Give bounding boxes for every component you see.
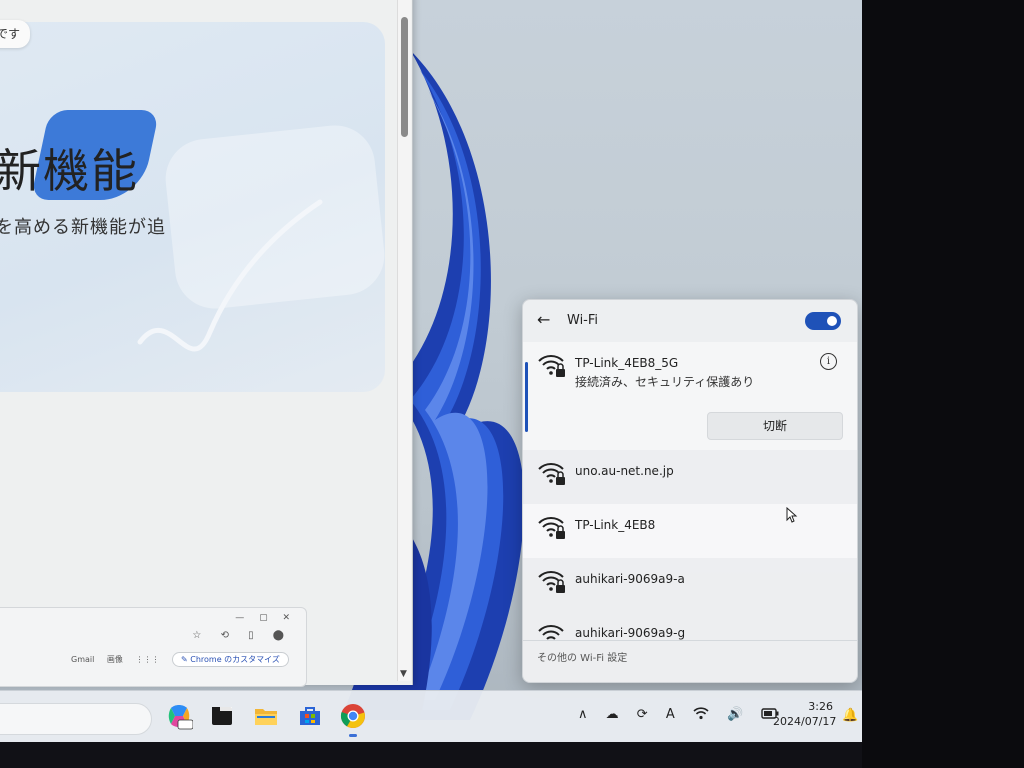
wifi-secured-icon	[538, 625, 564, 640]
active-indicator	[525, 362, 528, 432]
mini-images-link: 画像	[106, 655, 123, 664]
network-status: 接続済み、セキュリティ保護あり	[575, 375, 755, 389]
wifi-title: Wi-Fi	[567, 313, 599, 328]
file-explorer-icon[interactable]	[252, 702, 280, 730]
back-arrow-icon[interactable]: ←	[537, 310, 550, 329]
network-item[interactable]: auhikari-9069a9-a	[523, 558, 857, 612]
network-name: TP-Link_4EB8	[575, 518, 656, 532]
hero-subtitle: を高める新機能が追	[0, 217, 166, 238]
microsoft-store-icon[interactable]	[296, 702, 324, 730]
hero-title: 新機能	[0, 144, 139, 198]
wifi-secured-icon	[538, 571, 565, 593]
volume-icon[interactable]: 🔊	[727, 707, 743, 722]
chrome-preview-window: — ▢ ✕ ☆ ⟲ ▯ ⬤ Gmail 画像 ⋮⋮⋮ ✎ Chrome のカスタ…	[0, 607, 307, 687]
chevron-up-icon[interactable]: ∧	[578, 707, 588, 722]
mini-window-controls: — ▢ ✕	[235, 613, 296, 623]
network-name: auhikari-9069a9-a	[575, 572, 685, 586]
mini-new-tab-bar: Gmail 画像 ⋮⋮⋮ ✎ Chrome のカスタマイズ	[71, 652, 299, 667]
disconnect-button[interactable]: 切断	[707, 412, 843, 440]
network-item[interactable]: uno.au-net.ne.jp	[523, 450, 857, 504]
wifi-secured-icon	[538, 517, 565, 539]
browser-window: です 新機能 を高める新機能が追 — ▢ ✕ ☆ ⟲ ▯ ⬤ Gmail 画像 …	[0, 0, 413, 687]
notification-bell-icon[interactable]: 🔔	[842, 708, 858, 723]
terminal-icon[interactable]	[208, 702, 236, 730]
scrollbar-thumb[interactable]	[401, 17, 408, 137]
network-list: TP-Link_4EB8_5G 接続済み、セキュリティ保護あり i 切断 uno…	[523, 342, 857, 640]
network-name: TP-Link_4EB8_5G	[575, 356, 679, 370]
mouse-cursor-icon	[786, 507, 798, 523]
ime-indicator[interactable]: A	[666, 707, 675, 722]
network-item-connected[interactable]: TP-Link_4EB8_5G 接続済み、セキュリティ保護あり i 切断	[523, 342, 857, 450]
notice-chip[interactable]: です	[0, 20, 30, 48]
wifi-secured-icon	[538, 355, 565, 377]
more-wifi-settings-link[interactable]: その他の Wi-Fi 設定	[523, 640, 857, 682]
info-icon[interactable]: i	[820, 353, 837, 370]
scroll-down-arrow[interactable]: ▼	[400, 669, 407, 679]
system-tray: ∧ ☁ ⟳ A 🔊	[578, 707, 793, 722]
wifi-tray-icon[interactable]	[693, 707, 709, 722]
network-item[interactable]: TP-Link_4EB8	[523, 504, 857, 558]
wifi-header: ← Wi-Fi	[523, 300, 857, 342]
clock-time: 3:26	[808, 700, 833, 713]
network-name: uno.au-net.ne.jp	[575, 464, 674, 478]
wifi-toggle[interactable]	[805, 312, 841, 330]
taskbar: ∧ ☁ ⟳ A 🔊 3:26 2024/07/17 🔔	[0, 690, 862, 742]
mini-customize-chrome: ✎ Chrome のカスタマイズ	[171, 652, 289, 667]
system-clock[interactable]: 3:26 2024/07/17	[773, 699, 837, 729]
screen-bezel-right	[862, 0, 1024, 768]
mini-gmail-link: Gmail	[71, 655, 95, 664]
hero-card	[0, 22, 389, 392]
mini-toolbar-icons: ☆ ⟲ ▯ ⬤	[192, 630, 292, 641]
mini-apps-icon: ⋮⋮⋮	[135, 655, 160, 664]
wifi-secured-icon	[538, 463, 565, 485]
screen-bezel-bottom	[0, 742, 862, 768]
desktop-screen: です 新機能 を高める新機能が追 — ▢ ✕ ☆ ⟲ ▯ ⬤ Gmail 画像 …	[0, 0, 862, 742]
network-item[interactable]: auhikari-9069a9-g	[523, 612, 857, 640]
clock-date: 2024/07/17	[773, 715, 837, 728]
taskbar-search-box[interactable]	[0, 703, 152, 735]
wifi-flyout: ← Wi-Fi TP-Link_4EB8_5G 接続済み、セキュリティ保護あり …	[522, 299, 858, 683]
copilot-icon[interactable]	[165, 702, 194, 730]
browser-scrollbar[interactable]: ▼	[397, 0, 411, 681]
onedrive-icon[interactable]: ☁	[606, 707, 619, 722]
network-name: auhikari-9069a9-g	[575, 626, 686, 640]
sync-icon[interactable]: ⟳	[637, 707, 648, 722]
active-app-indicator	[349, 734, 357, 737]
chrome-icon[interactable]	[339, 702, 367, 730]
